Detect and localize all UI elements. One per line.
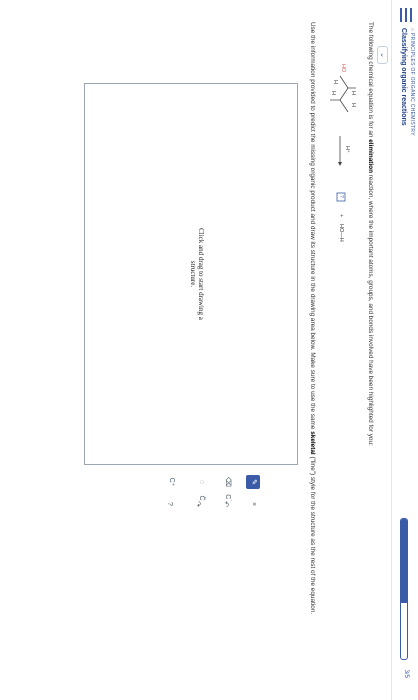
rotated-stage: ○ PRINCIPLES OF ORGANIC CHEMISTRY Classi… — [0, 0, 418, 700]
intro-bold: elimination — [367, 139, 374, 173]
drawing-area[interactable]: Click and drag to start drawing a struct… — [84, 83, 298, 465]
h-label-4: H — [330, 91, 336, 95]
h-label-2: H — [350, 103, 356, 107]
reactant-ho: HO — [340, 64, 346, 73]
help-icon[interactable]: ? — [162, 497, 176, 511]
progress-bar — [400, 518, 408, 660]
drawing-toolbar: ✎ ⌫ ◌ C⁺ C˙ C̈ × ↶ ↷ ? — [90, 475, 260, 511]
product-placeholder: ? — [338, 195, 344, 198]
drawing-prompt-line1: Click and drag to start drawing a — [197, 228, 205, 320]
carbocation-tool[interactable]: C⁺ — [164, 475, 178, 489]
instructions-text-2: ("line") style for the structure as the … — [309, 454, 316, 615]
chemical-equation: HO H H H H H⁺ ? + HO—H — [320, 58, 360, 318]
pencil-icon[interactable]: ✎ — [246, 475, 260, 489]
clear-icon[interactable]: × — [246, 497, 260, 511]
redo-icon[interactable]: ↷ — [190, 497, 204, 511]
lasso-icon[interactable]: ◌ — [194, 475, 208, 489]
question-intro: The following chemical equation is for a… — [366, 22, 374, 672]
progress-fill — [401, 519, 407, 603]
h-label-1: H — [350, 91, 356, 95]
collapse-button[interactable]: ⌄ — [377, 46, 388, 64]
course-kicker: ○ PRINCIPLES OF ORGANIC CHEMISTRY — [409, 28, 415, 136]
drawing-prompt-line2: structure. — [189, 260, 197, 288]
h-label-3: H — [332, 80, 338, 84]
page-title: Classifying organic reactions — [400, 28, 407, 126]
byproduct-water: HO—H — [338, 224, 344, 242]
equation-skeleton — [330, 75, 356, 202]
instructions-bold: skeletal — [309, 431, 316, 455]
question-instructions: Use the information provided to predict … — [308, 22, 316, 682]
header-bar: ○ PRINCIPLES OF ORGANIC CHEMISTRY Classi… — [391, 0, 418, 700]
eraser-icon[interactable]: ⌫ — [220, 475, 234, 489]
drawing-prompt: Click and drag to start drawing a struct… — [189, 224, 205, 324]
undo-icon[interactable]: ↶ — [218, 497, 232, 511]
plus-sign: + — [338, 214, 344, 218]
intro-text-2: reaction, where the important atoms, gro… — [367, 172, 374, 446]
reaction-condition: H⁺ — [344, 146, 350, 153]
progress-label: 3/5 — [403, 669, 409, 678]
menu-icon[interactable] — [400, 8, 412, 22]
instructions-text-1: Use the information provided to predict … — [309, 22, 316, 432]
intro-text-1: The following chemical equation is for a… — [367, 22, 374, 140]
